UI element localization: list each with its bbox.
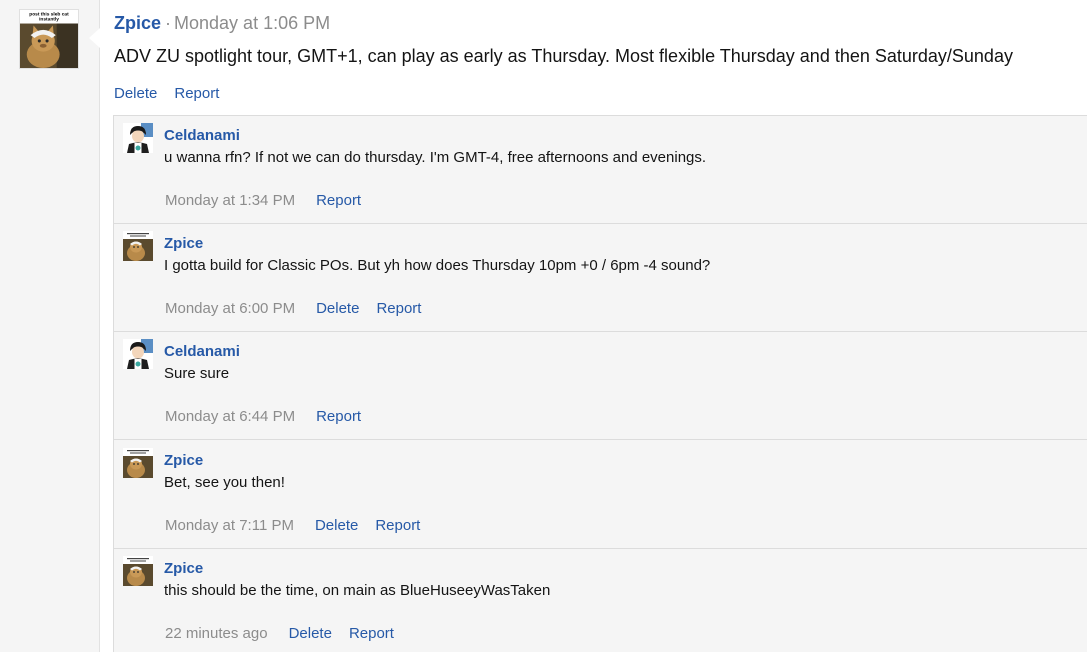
reply-author-link[interactable]: Celdanami	[164, 342, 240, 362]
reply-timestamp[interactable]: 22 minutes ago	[165, 625, 268, 642]
reply-meta: Monday at 6:44 PM Report	[165, 407, 378, 427]
svg-text:instantly: instantly	[39, 17, 59, 23]
separator-dot: ·	[165, 13, 172, 33]
reply-meta: Monday at 6:00 PM Delete Report	[165, 299, 438, 319]
author-avatar[interactable]: post this sleb cat instantly	[19, 9, 79, 69]
post-header: Zpice · Monday at 1:06 PM	[114, 11, 330, 35]
reply-author-link[interactable]: Celdanami	[164, 126, 240, 146]
anime-character-avatar-icon	[123, 339, 153, 369]
reply-text: this should be the time, on main as Blue…	[164, 582, 551, 599]
reply-avatar[interactable]	[123, 339, 153, 369]
reply-avatar[interactable]	[123, 123, 153, 153]
post-actions: Delete Report	[114, 84, 236, 104]
reply-avatar[interactable]	[123, 448, 153, 478]
reply-text: Bet, see you then!	[164, 474, 285, 491]
cat-meme-avatar-icon	[123, 231, 153, 261]
reply-meta: 22 minutes ago Delete Report	[165, 624, 411, 644]
post-body: ADV ZU spotlight tour, GMT+1, can play a…	[114, 46, 1013, 66]
reply-text: u wanna rfn? If not we can do thursday. …	[164, 149, 707, 166]
delete-link[interactable]: Delete	[289, 625, 332, 642]
anime-character-avatar-icon	[123, 123, 153, 153]
cat-meme-avatar-icon: post this sleb cat instantly	[20, 10, 78, 68]
reply-meta: Monday at 7:11 PM Delete Report	[165, 516, 437, 536]
report-link[interactable]: Report	[316, 192, 361, 209]
reply-item: Zpice Bet, see you then! Monday at 7:11 …	[114, 441, 1087, 549]
report-link[interactable]: Report	[376, 300, 421, 317]
reply-timestamp[interactable]: Monday at 6:44 PM	[165, 408, 295, 425]
delete-link[interactable]: Delete	[316, 300, 359, 317]
left-rail: post this sleb cat instantly	[0, 0, 100, 652]
reply-author-link[interactable]: Zpice	[164, 559, 203, 579]
reply-author-link[interactable]: Zpice	[164, 451, 203, 471]
reply-timestamp[interactable]: Monday at 7:11 PM	[165, 517, 294, 534]
delete-link[interactable]: Delete	[315, 517, 358, 534]
message-pointer	[89, 28, 100, 48]
post-author-link[interactable]: Zpice	[114, 13, 161, 33]
reply-meta: Monday at 1:34 PM Report	[165, 191, 378, 211]
report-link[interactable]: Report	[174, 85, 219, 102]
reply-timestamp[interactable]: Monday at 1:34 PM	[165, 192, 295, 209]
cat-meme-avatar-icon	[123, 448, 153, 478]
report-link[interactable]: Report	[316, 408, 361, 425]
report-link[interactable]: Report	[349, 625, 394, 642]
reply-item: Celdanami Sure sure Monday at 6:44 PM Rep…	[114, 332, 1087, 440]
reply-author-link[interactable]: Zpice	[164, 234, 203, 254]
report-link[interactable]: Report	[375, 517, 420, 534]
reply-item: Zpice I gotta build for Classic POs. But…	[114, 224, 1087, 332]
replies-container: Celdanami u wanna rfn? If not we can do …	[113, 115, 1087, 652]
reply-timestamp[interactable]: Monday at 6:00 PM	[165, 300, 295, 317]
cat-meme-avatar-icon	[123, 556, 153, 586]
reply-item: Zpice this should be the time, on main a…	[114, 549, 1087, 657]
delete-link[interactable]: Delete	[114, 85, 157, 102]
svg-text:post this sleb cat: post this sleb cat	[29, 11, 69, 17]
reply-avatar[interactable]	[123, 556, 153, 586]
post-timestamp[interactable]: Monday at 1:06 PM	[174, 13, 330, 33]
reply-text: Sure sure	[164, 365, 230, 382]
reply-text: I gotta build for Classic POs. But yh ho…	[164, 257, 711, 274]
reply-avatar[interactable]	[123, 231, 153, 261]
reply-item: Celdanami u wanna rfn? If not we can do …	[114, 116, 1087, 224]
